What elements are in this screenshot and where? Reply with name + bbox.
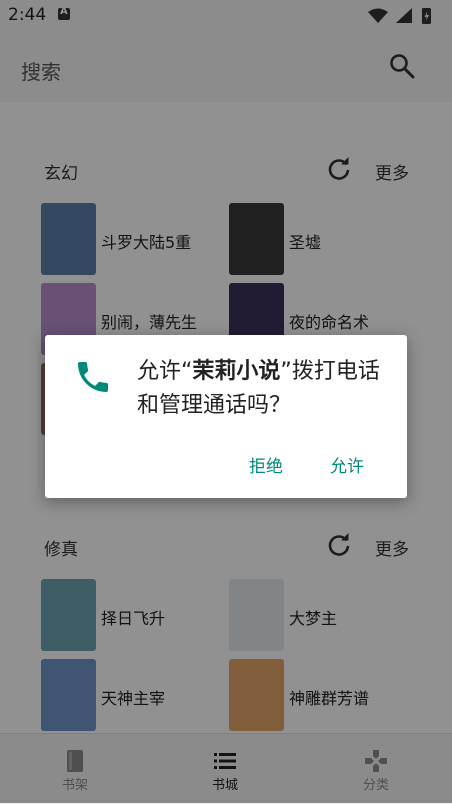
dialog-message-prefix: 允许“ xyxy=(137,359,193,384)
app-root: 2:44 A 搜索 玄幻 更多 斗罗大陆5重 圣墟 别闹，薄先生 夜的命名术 修… xyxy=(0,0,452,804)
deny-button[interactable]: 拒绝 xyxy=(249,449,283,479)
allow-button[interactable]: 允许 xyxy=(330,449,364,479)
permission-dialog: 允许“茉莉小说”拨打电话和管理通话吗？ 拒绝 允许 xyxy=(45,335,407,498)
dialog-message: 允许“茉莉小说”拨打电话和管理通话吗？ xyxy=(137,355,392,423)
phone-icon xyxy=(78,362,108,392)
dialog-app-name: 茉莉小说 xyxy=(192,359,281,384)
